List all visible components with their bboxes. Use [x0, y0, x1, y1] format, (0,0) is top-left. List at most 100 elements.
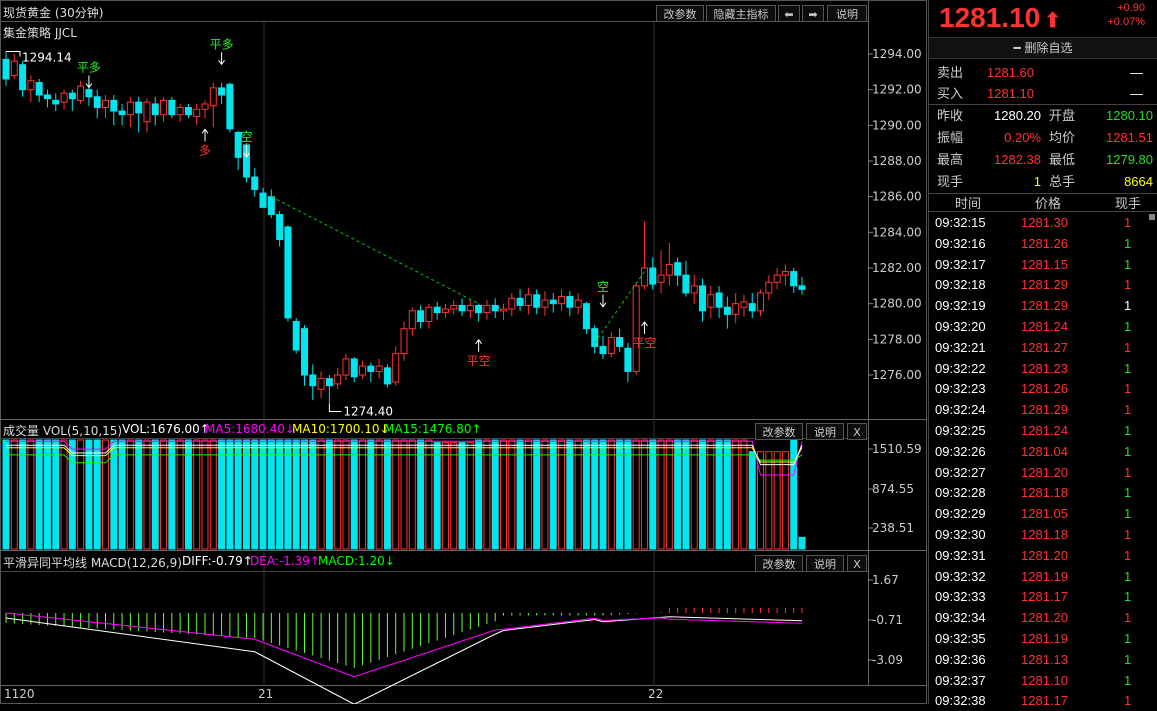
candle — [516, 297, 524, 306]
candle — [740, 301, 748, 308]
candle — [176, 107, 184, 116]
volume-bar — [475, 439, 483, 550]
tick-row: 09:32:25 1281.24 1 — [929, 420, 1157, 441]
strategy-label: 集金策略 JJCL — [3, 26, 77, 40]
tick-row: 09:32:32 1281.19 1 — [929, 566, 1157, 587]
tick-price: 1281.18 — [1021, 485, 1068, 501]
tick-qty: 1 — [1124, 568, 1132, 584]
params-button[interactable]: 改参数 — [656, 5, 704, 22]
prev-arrow-icon[interactable]: ⬅ — [778, 5, 800, 22]
tick-qty: 1 — [1124, 464, 1132, 480]
volume-bar — [558, 439, 566, 550]
tick-price: 1281.17 — [1021, 693, 1068, 709]
tick-qty: 1 — [1124, 631, 1132, 646]
next-arrow-icon[interactable]: ➡ — [802, 5, 824, 22]
tick-row: 09:32:17 1281.15 1 — [929, 254, 1157, 275]
hide-main-indicator-button[interactable]: 隐藏主指标 — [706, 5, 776, 22]
tick-time: 09:32:24 — [935, 402, 986, 418]
volume-bar — [483, 439, 491, 550]
tick-price: 1281.24 — [1021, 319, 1068, 334]
volume-bar — [143, 439, 151, 550]
volume-bar — [126, 439, 134, 550]
tick-row: 09:32:28 1281.18 1 — [929, 482, 1157, 503]
tick-price: 1281.19 — [1021, 631, 1068, 646]
candle — [723, 306, 731, 315]
candle — [259, 192, 267, 208]
candle — [342, 358, 350, 376]
tick-qty: 1 — [1124, 360, 1132, 376]
volume-title: 成交量 VOL(5,10,15) — [3, 424, 123, 438]
candle — [450, 304, 458, 310]
help-button[interactable]: 说明 — [827, 5, 867, 22]
tick-time: 09:32:23 — [935, 381, 986, 397]
tick-qty: 1 — [1124, 402, 1132, 418]
volume-params-button[interactable]: 改参数 — [755, 423, 803, 440]
volume-bar — [218, 439, 226, 550]
tick-price: 1281.20 — [1021, 464, 1068, 480]
chart-area[interactable]: 1294.00 1292.00 1290.00 1288.00 1286.00 1284.… — [0, 0, 927, 704]
macd-close-icon[interactable]: X — [847, 555, 867, 572]
volume-help-button[interactable]: 说明 — [806, 423, 844, 440]
volume-bar — [184, 439, 192, 550]
candle — [781, 271, 789, 276]
price-tick-label: 1288.00 — [872, 154, 922, 168]
tick-qty: 1 — [1124, 423, 1132, 438]
candle — [524, 294, 532, 306]
candle — [707, 294, 715, 308]
volume-bar — [582, 439, 590, 550]
candle — [715, 292, 723, 308]
chart-title: 现货黄金 (30分钟) — [3, 6, 104, 20]
tick-qty: 1 — [1124, 506, 1132, 522]
tick-time: 09:32:28 — [935, 485, 986, 501]
volume-bar — [450, 442, 458, 550]
tick-price: 1281.17 — [1021, 589, 1068, 605]
volume-bar — [367, 439, 375, 550]
volume-bar — [350, 439, 358, 550]
volume-bar — [234, 439, 242, 550]
delete-watchlist-button[interactable]: ━ 删除自选 — [929, 37, 1157, 59]
signal-close-long: 平多 — [77, 60, 101, 74]
candle — [367, 365, 375, 372]
candle — [566, 296, 574, 308]
candle — [674, 262, 682, 276]
volume-bar — [657, 439, 665, 550]
macd-params-button[interactable]: 改参数 — [755, 555, 803, 572]
candle — [491, 304, 499, 312]
price-tick-label: 1282.00 — [872, 261, 922, 275]
volume-bar — [732, 439, 740, 550]
x-axis-label: 21 — [258, 687, 273, 701]
volume-bar — [10, 439, 18, 550]
tick-time: 09:32:26 — [935, 443, 986, 459]
candle — [350, 358, 358, 378]
volume-tick-label: 1510.59 — [872, 442, 922, 456]
volume-bar — [242, 439, 250, 550]
tick-time: 09:32:22 — [935, 360, 986, 376]
signal-close-short: 平空 — [632, 336, 656, 350]
tick-time: 09:32:27 — [935, 464, 986, 480]
candle — [765, 281, 773, 294]
tick-price: 1281.19 — [1021, 568, 1068, 584]
volume-bar — [591, 439, 599, 550]
candle — [85, 89, 93, 98]
chart-canvas[interactable]: 1294.00 1292.00 1290.00 1288.00 1286.00 1284.… — [0, 0, 927, 704]
volume-tick-label: 238.51 — [872, 521, 914, 535]
scroll-up-icon[interactable] — [1149, 214, 1155, 220]
tick-price: 1281.10 — [1021, 672, 1068, 688]
volume-bar — [2, 439, 10, 550]
volume-bar — [400, 439, 408, 550]
tick-price: 1281.29 — [1021, 298, 1068, 314]
volume-ma5: MA5:1680.40↓ — [205, 422, 295, 436]
volume-close-icon[interactable]: X — [847, 423, 867, 440]
volume-bar — [566, 439, 574, 550]
macd-help-button[interactable]: 说明 — [806, 555, 844, 572]
candle — [19, 64, 27, 91]
tick-qty: 1 — [1124, 277, 1132, 293]
candle — [392, 353, 400, 383]
volume-bar — [135, 439, 143, 550]
tick-time: 09:32:38 — [935, 693, 986, 709]
volume-bar — [93, 439, 101, 550]
tick-price: 1281.29 — [1021, 402, 1068, 418]
up-arrow-icon: ⬆ — [1044, 10, 1061, 32]
tick-qty: 1 — [1124, 256, 1132, 272]
candle — [408, 310, 416, 330]
